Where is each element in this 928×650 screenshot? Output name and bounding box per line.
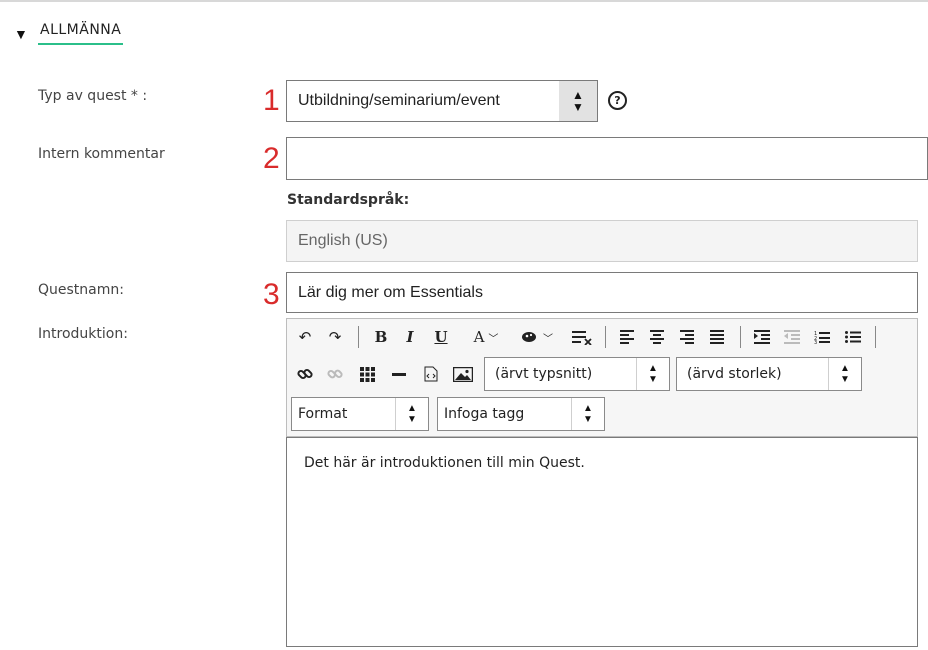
font-size-value: (ärvd storlek)	[687, 366, 782, 382]
unlink-icon[interactable]	[325, 362, 345, 386]
undo-icon[interactable]: ↶	[295, 325, 315, 349]
arrow-down-icon: ▼	[407, 414, 417, 425]
numbered-list-icon[interactable]: 123	[813, 325, 831, 349]
clear-format-icon[interactable]	[570, 325, 594, 349]
quest-type-select[interactable]: Utbildning/seminarium/event ▲ ▼	[286, 80, 598, 122]
toolbar-divider	[875, 326, 876, 348]
insert-tag-spinner[interactable]: ▲ ▼	[571, 398, 604, 430]
image-icon[interactable]	[452, 362, 474, 386]
align-center-icon[interactable]	[648, 325, 666, 349]
marker-2: 2	[263, 142, 280, 175]
introduction-editor[interactable]: Det här är introduktionen till min Quest…	[286, 437, 918, 647]
arrow-down-icon: ▼	[583, 414, 593, 425]
internal-comment-input[interactable]	[286, 137, 928, 180]
quest-name-input[interactable]: Lär dig mer om Essentials	[286, 272, 918, 313]
indent-icon[interactable]	[753, 325, 771, 349]
insert-tag-select[interactable]: Infoga tagg ▲ ▼	[437, 397, 605, 431]
editor-content[interactable]: Det här är introduktionen till min Quest…	[304, 455, 585, 471]
section-header[interactable]: ▼ ALLMÄNNA	[14, 22, 124, 45]
editor-toolbar: ↶ ↷ B I U A ﹀ ﹀ 123 (ärvt typsnitt) ▲ ▼ …	[286, 318, 918, 437]
outdent-icon[interactable]	[783, 325, 801, 349]
svg-text:3: 3	[814, 340, 817, 344]
collapse-triangle-icon[interactable]: ▼	[14, 24, 36, 44]
help-icon[interactable]: ?	[608, 91, 627, 110]
text-color-glyph: A	[473, 328, 485, 346]
arrow-up-icon: ▲	[407, 403, 417, 414]
top-divider	[0, 0, 928, 2]
standard-language-field: English (US)	[286, 220, 918, 262]
font-size-select[interactable]: (ärvd storlek) ▲ ▼	[676, 357, 862, 391]
marker-1: 1	[263, 84, 280, 117]
horizontal-rule-icon[interactable]	[389, 362, 409, 386]
underline-icon[interactable]: U	[431, 325, 451, 349]
arrow-down-icon: ▼	[648, 374, 658, 385]
font-family-spinner[interactable]: ▲ ▼	[636, 358, 669, 390]
bold-icon[interactable]: B	[371, 325, 391, 349]
arrow-down-icon: ▼	[840, 374, 850, 385]
toolbar-divider	[358, 326, 359, 348]
arrow-down-icon: ▼	[572, 100, 584, 114]
text-color-icon[interactable]: A ﹀	[467, 325, 505, 349]
toolbar-divider	[605, 326, 606, 348]
marker-3: 3	[263, 278, 280, 311]
bullet-list-icon[interactable]	[844, 325, 862, 349]
standard-language-value: English (US)	[298, 232, 388, 249]
font-family-select[interactable]: (ärvt typsnitt) ▲ ▼	[484, 357, 670, 391]
table-icon[interactable]	[357, 362, 377, 386]
format-select[interactable]: Format ▲ ▼	[291, 397, 429, 431]
standard-language-label: Standardspråk:	[287, 192, 410, 208]
align-left-icon[interactable]	[618, 325, 636, 349]
italic-icon[interactable]: I	[400, 325, 420, 349]
arrow-up-icon: ▲	[583, 403, 593, 414]
quest-name-value: Lär dig mer om Essentials	[298, 283, 483, 301]
quest-type-value: Utbildning/seminarium/event	[298, 92, 500, 109]
format-value: Format	[298, 406, 348, 422]
redo-icon[interactable]: ↷	[325, 325, 345, 349]
quest-name-label: Questnamn:	[38, 282, 124, 298]
section-title: ALLMÄNNA	[38, 22, 124, 45]
introduction-label: Introduktion:	[38, 326, 128, 342]
link-icon[interactable]	[295, 362, 315, 386]
arrow-up-icon: ▲	[840, 363, 850, 374]
align-right-icon[interactable]	[678, 325, 696, 349]
font-size-spinner[interactable]: ▲ ▼	[828, 358, 861, 390]
arrow-up-icon: ▲	[648, 363, 658, 374]
internal-comment-label: Intern kommentar	[38, 146, 165, 162]
align-justify-icon[interactable]	[708, 325, 726, 349]
format-spinner[interactable]: ▲ ▼	[395, 398, 428, 430]
quest-type-spinner[interactable]: ▲ ▼	[559, 81, 597, 121]
font-family-value: (ärvt typsnitt)	[495, 366, 593, 382]
bg-color-icon[interactable]: ﹀	[517, 325, 557, 349]
insert-tag-value: Infoga tagg	[444, 406, 525, 422]
source-icon[interactable]	[421, 362, 441, 386]
quest-type-label: Typ av quest * :	[38, 88, 148, 104]
toolbar-divider	[740, 326, 741, 348]
